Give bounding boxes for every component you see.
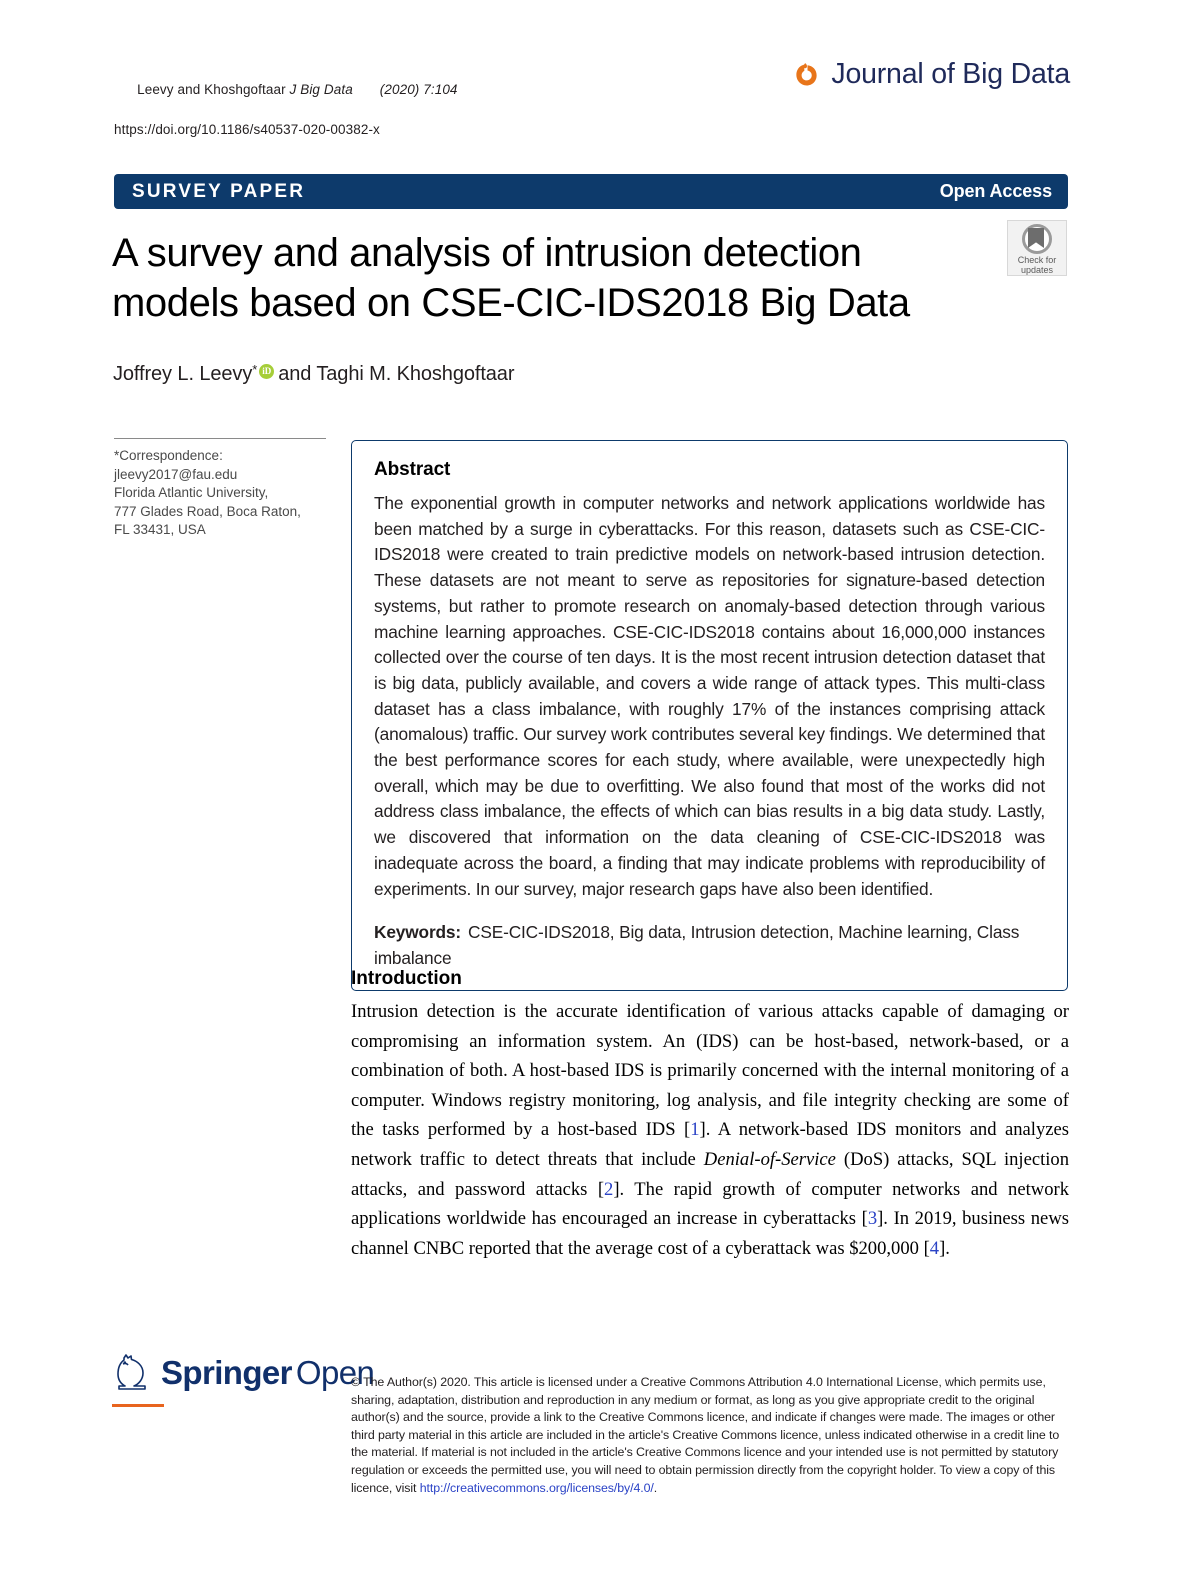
affiliation-line-2: 777 Glades Road, Boca Raton, — [114, 503, 301, 519]
crossmark-line1: Check for — [1017, 255, 1057, 265]
correspondence-label: *Correspondence: — [114, 448, 223, 463]
author-secondary: and Taghi M. Khoshgoftaar — [278, 363, 515, 385]
journal-title: Journal of Big Data — [831, 58, 1070, 90]
citation-ref-2[interactable]: 2 — [604, 1179, 613, 1200]
open-access-bar: SURVEY PAPER Open Access — [114, 174, 1068, 209]
correspondence-divider — [114, 438, 326, 439]
correspondence-email[interactable]: jleevy2017@fau.edu — [114, 466, 326, 485]
springer-open-logo[interactable]: Springer Open — [112, 1352, 375, 1394]
license-tail: . — [653, 1480, 658, 1495]
corresponding-author-marker: * — [252, 362, 258, 377]
citation-ref-3[interactable]: 3 — [868, 1208, 877, 1229]
running-head-authors: Leevy and Khoshgoftaar — [137, 82, 290, 97]
doi-link[interactable]: https://doi.org/10.1186/s40537-020-00382… — [114, 120, 458, 140]
license-url-link[interactable]: http://creativecommons.org/licenses/by/4… — [420, 1481, 654, 1495]
affiliation-line-1: Florida Atlantic University, — [114, 485, 269, 500]
orcid-id-icon[interactable] — [259, 364, 275, 379]
license-text: © The Author(s) 2020. This article is li… — [351, 1374, 1069, 1497]
running-head: Leevy and Khoshgoftaar J Big Data (2020)… — [114, 60, 458, 140]
article-page: Leevy and Khoshgoftaar J Big Data (2020)… — [0, 0, 1200, 1594]
introduction-heading: Introduction — [351, 968, 462, 989]
journal-brand: Journal of Big Data — [793, 58, 1070, 91]
springer-horse-logo-icon — [112, 1352, 152, 1394]
keywords-label: Keywords: — [374, 922, 461, 943]
citation-ref-1[interactable]: 1 — [690, 1119, 699, 1140]
running-head-journal: J Big Data — [289, 82, 353, 97]
springer-wordmark: Springer — [161, 1354, 292, 1391]
crossmark-check-for-updates-icon — [1022, 224, 1052, 254]
paper-type-label: SURVEY PAPER — [132, 180, 306, 202]
author-primary: Joffrey L. Leevy — [113, 363, 253, 385]
abstract-box: Abstract The exponential growth in compu… — [351, 440, 1068, 991]
running-head-volume: (2020) 7:104 — [379, 82, 458, 97]
page-title: A survey and analysis of intrusion detec… — [112, 231, 910, 325]
introduction-paragraph: Intrusion detection is the accurate iden… — [351, 997, 1069, 1263]
abstract-text: The exponential growth in computer netwo… — [374, 493, 1045, 899]
open-access-label: Open Access — [939, 181, 1052, 201]
intro-italic-term: Denial-of-Service — [703, 1148, 836, 1170]
citation-ref-4[interactable]: 4 — [930, 1238, 939, 1259]
journal-of-big-data-logo-icon — [793, 61, 820, 88]
abstract-heading: Abstract — [374, 459, 451, 480]
crossmark-line2: updates — [1020, 265, 1053, 275]
keywords-line: Keywords: CSE-CIC-IDS2018, Big data, Intr… — [374, 920, 1045, 971]
author-list: Joffrey L. Leevy* and Taghi M. Khoshgoft… — [113, 362, 515, 386]
keywords-values: CSE-CIC-IDS2018, Big data, Intrusion det… — [374, 922, 1020, 968]
intro-text-6: ]. — [939, 1237, 950, 1259]
crossmark-badge[interactable]: Check for updates — [1007, 220, 1067, 276]
correspondence-block: *Correspondence: jleevy2017@fau.edu Flor… — [114, 438, 326, 540]
springer-accent-rule — [112, 1404, 164, 1407]
license-body: © The Author(s) 2020. This article is li… — [351, 1375, 1060, 1495]
affiliation-line-3: FL 33431, USA — [114, 522, 206, 537]
